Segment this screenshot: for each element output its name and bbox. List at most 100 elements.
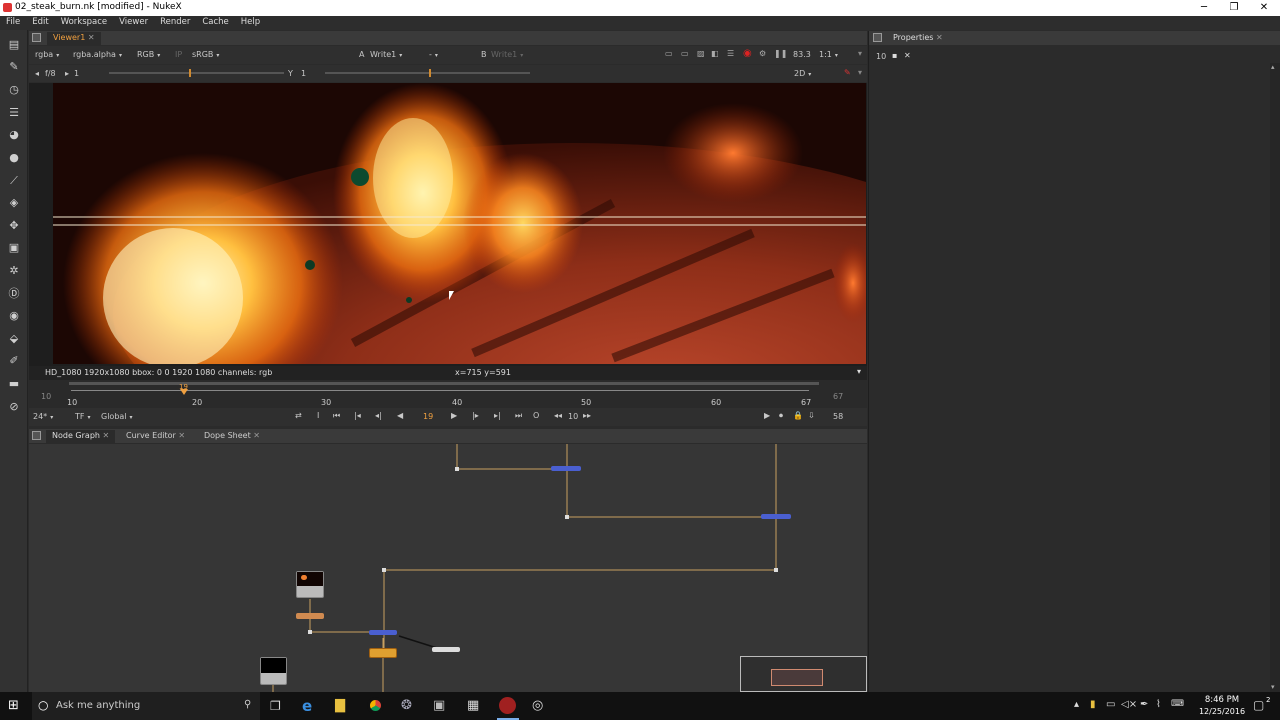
task-view-icon[interactable]: ❐ bbox=[270, 699, 281, 713]
expand-icon[interactable]: ▾ bbox=[858, 49, 862, 58]
tab-viewer1[interactable]: Viewer1 ✕ bbox=[47, 32, 101, 45]
deep-tools-icon[interactable]: Ⓓ bbox=[7, 287, 21, 301]
clock-date[interactable]: 12/25/2016 bbox=[1196, 707, 1248, 716]
fps-dropdown[interactable]: 24* bbox=[33, 412, 53, 423]
input-b-dropdown[interactable]: Write1 bbox=[491, 50, 523, 61]
record-icon[interactable]: ◉ bbox=[743, 48, 752, 59]
expand2-icon[interactable]: ▾ bbox=[858, 68, 862, 77]
filter-tools-icon[interactable]: ● bbox=[7, 151, 21, 165]
keyer-tools-icon[interactable]: ⟋ bbox=[7, 174, 21, 188]
tf-dropdown[interactable]: TF bbox=[75, 412, 91, 423]
channels-dropdown[interactable]: rgba bbox=[35, 50, 59, 61]
prev-frame-icon[interactable]: ◂| bbox=[375, 411, 382, 420]
in-point-button[interactable]: I bbox=[317, 411, 319, 420]
prev-keyframe-icon[interactable]: |◂ bbox=[354, 411, 361, 420]
frame-increment-field[interactable]: 10 bbox=[568, 412, 578, 421]
wipe-icon[interactable]: ▭ bbox=[681, 49, 689, 58]
properties-menu-icon[interactable] bbox=[873, 33, 882, 42]
tab-curve-editor[interactable]: Curve Editor ✕ bbox=[120, 430, 191, 443]
tab-dope-sheet[interactable]: Dope Sheet ✕ bbox=[198, 430, 266, 443]
read-node-thumbnail[interactable] bbox=[296, 571, 324, 598]
first-frame-icon[interactable]: ⏮ bbox=[333, 411, 340, 421]
grade-node[interactable] bbox=[296, 613, 324, 619]
roi-icon[interactable]: ▭ bbox=[665, 49, 673, 58]
info-expand-icon[interactable]: ▾ bbox=[857, 367, 861, 376]
scroll-up-icon[interactable]: ▴ bbox=[1271, 63, 1275, 71]
particles-tools-icon[interactable]: ✲ bbox=[7, 264, 21, 278]
close-icon[interactable]: ✕ bbox=[1248, 0, 1280, 16]
range-start[interactable]: 10 bbox=[41, 392, 51, 401]
close-tab-icon[interactable]: ✕ bbox=[178, 431, 185, 440]
flipbook-icon[interactable]: ▶ bbox=[764, 411, 770, 420]
scroll-down-icon[interactable]: ▾ bbox=[1271, 683, 1275, 691]
menu-file[interactable]: File bbox=[0, 16, 26, 27]
menu-help[interactable]: Help bbox=[235, 16, 266, 27]
overlay-icon[interactable]: ◧ bbox=[711, 49, 719, 58]
playback-mode-icon[interactable]: ⇄ bbox=[295, 411, 302, 420]
color-tools-icon[interactable]: ◕ bbox=[7, 128, 21, 142]
file-explorer-icon[interactable]: ▇ bbox=[335, 698, 345, 713]
davinci-icon[interactable]: ◎ bbox=[532, 698, 543, 713]
draw-tools-icon[interactable]: ✎ bbox=[7, 60, 21, 74]
fstop-prev-icon[interactable]: ◂ bbox=[35, 69, 39, 78]
close-tab-icon[interactable]: ✕ bbox=[103, 431, 110, 440]
close-all-panels-icon[interactable]: ✕ bbox=[904, 51, 911, 60]
gamma-slider[interactable] bbox=[325, 72, 530, 74]
furnace-tools-icon[interactable]: ▬ bbox=[7, 377, 21, 391]
ofx-tools-icon[interactable]: ⊘ bbox=[7, 400, 21, 414]
3d-tools-icon[interactable]: ▣ bbox=[7, 241, 21, 255]
time-tools-icon[interactable]: ◷ bbox=[7, 83, 21, 97]
tray-app-icon[interactable]: ▮ bbox=[1090, 699, 1096, 710]
calculator-icon[interactable]: ▦ bbox=[467, 698, 479, 713]
ratio-dropdown[interactable]: 1:1 bbox=[819, 50, 838, 61]
tray-display-icon[interactable]: ▭ bbox=[1106, 699, 1115, 710]
merge-node[interactable] bbox=[761, 514, 791, 519]
clear-panels-icon[interactable]: ▪ bbox=[892, 51, 897, 60]
merge-node[interactable] bbox=[551, 466, 581, 471]
viewer-node[interactable] bbox=[432, 647, 460, 652]
play-backward-icon[interactable]: ◀ bbox=[397, 411, 403, 420]
fstop-next-icon[interactable]: ▸ bbox=[65, 69, 69, 78]
notification-center-icon[interactable]: ▢ bbox=[1253, 698, 1264, 712]
close-tab-icon[interactable]: ✕ bbox=[88, 33, 95, 42]
input-a-dropdown[interactable]: Write1 bbox=[370, 50, 402, 61]
max-panels-field[interactable]: 10 bbox=[876, 52, 886, 61]
end-frame-field[interactable]: 58 bbox=[833, 412, 843, 421]
transform-tools-icon[interactable]: ✥ bbox=[7, 219, 21, 233]
tab-properties[interactable]: Properties ✕ bbox=[887, 32, 949, 45]
guides-icon[interactable]: ☰ bbox=[727, 49, 734, 58]
viewer-image[interactable] bbox=[53, 83, 866, 364]
image-tools-icon[interactable]: ▤ bbox=[7, 38, 21, 52]
zoom-value[interactable]: 83.3 bbox=[793, 50, 811, 59]
playhead[interactable] bbox=[180, 389, 188, 395]
other-tools-icon[interactable]: ✐ bbox=[7, 354, 21, 368]
display-dropdown[interactable]: RGB bbox=[137, 50, 160, 61]
global-range-dropdown[interactable]: Global bbox=[101, 412, 133, 423]
cortana-search-box[interactable]: ○ Ask me anything ⚲ bbox=[32, 692, 260, 720]
current-frame-field[interactable]: 19 bbox=[423, 412, 433, 421]
network-icon[interactable]: ⌇ bbox=[1156, 699, 1161, 710]
monitor-icon[interactable]: ⇩ bbox=[808, 411, 815, 420]
color-picker-icon[interactable]: ✎ bbox=[844, 68, 851, 77]
lut-dropdown[interactable]: sRGB bbox=[192, 50, 219, 61]
views-tools-icon[interactable]: ◉ bbox=[7, 309, 21, 323]
gamma-value[interactable]: 1 bbox=[301, 69, 306, 78]
minimize-icon[interactable]: ─ bbox=[1188, 0, 1220, 16]
lock-icon[interactable]: 🔒 bbox=[793, 411, 803, 420]
microphone-icon[interactable]: ⚲ bbox=[244, 699, 251, 710]
node-graph-canvas[interactable] bbox=[29, 444, 867, 692]
chrome-icon[interactable] bbox=[367, 697, 384, 714]
timeline[interactable]: 10 67 10 20 30 40 50 60 67 19 bbox=[29, 380, 867, 408]
close-tab-icon[interactable]: ✕ bbox=[253, 431, 260, 440]
pen-icon[interactable]: ✒ bbox=[1140, 699, 1148, 710]
merge-tools-icon[interactable]: ◈ bbox=[7, 196, 21, 210]
gain-value[interactable]: 1 bbox=[74, 69, 79, 78]
edge-browser-icon[interactable]: e bbox=[302, 697, 312, 715]
windows-start-icon[interactable]: ⊞ bbox=[8, 699, 22, 713]
maximize-icon[interactable]: ❐ bbox=[1218, 0, 1250, 16]
node-graph-minimap[interactable] bbox=[740, 656, 867, 692]
bottom-panel-menu-icon[interactable] bbox=[32, 431, 41, 440]
play-forward-icon[interactable]: ▶ bbox=[451, 411, 457, 420]
clipping-icon[interactable]: ▨ bbox=[697, 49, 705, 58]
panel-menu-icon[interactable] bbox=[32, 33, 41, 42]
